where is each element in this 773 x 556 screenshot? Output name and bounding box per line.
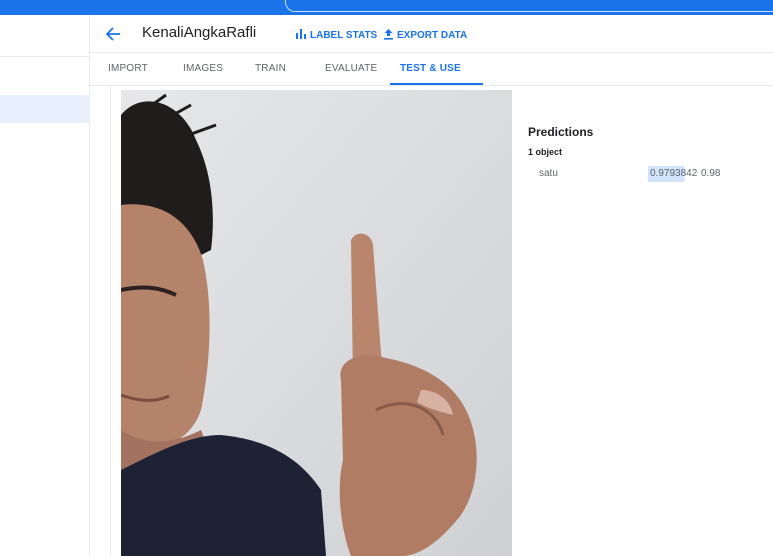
- dataset-header: KenaliAngkaRafli LABEL STATS EXPORT DATA: [90, 15, 773, 53]
- active-tab-indicator: [390, 83, 483, 85]
- predictions-title: Predictions: [528, 125, 594, 139]
- prediction-label: satu: [539, 168, 558, 179]
- export-data-label: EXPORT DATA: [397, 29, 468, 41]
- predictions-count: 1 object: [528, 147, 563, 157]
- prediction-score: 0.9793842: [650, 168, 698, 179]
- arrow-left-icon[interactable]: [104, 24, 124, 44]
- tab-import[interactable]: IMPORT: [108, 63, 148, 74]
- tab-train[interactable]: TRAIN: [255, 63, 286, 74]
- label-stats-label: LABEL STATS: [310, 29, 378, 41]
- upload-icon: [383, 28, 394, 43]
- nav-divider: [0, 56, 90, 57]
- content-divider: [110, 86, 111, 556]
- tab-bar: IMPORT IMAGES TRAIN EVALUATE TEST & USE: [90, 53, 773, 86]
- left-navigation: [0, 15, 90, 556]
- nav-active-item[interactable]: [0, 95, 90, 123]
- search-bar-edge[interactable]: [285, 0, 773, 12]
- prediction-score-rounded: 0.98: [701, 168, 721, 179]
- predictions-panel: Predictions 1 object satu 0.9793842 0.98: [528, 125, 773, 182]
- test-image-illustration: [121, 90, 512, 556]
- tab-images[interactable]: IMAGES: [183, 63, 223, 74]
- tab-test-and-use[interactable]: TEST & USE: [400, 63, 461, 74]
- dataset-title: KenaliAngkaRafli: [142, 24, 257, 41]
- label-stats-button[interactable]: LABEL STATS: [295, 28, 377, 42]
- test-image: [121, 90, 512, 556]
- bar-chart-icon: [295, 28, 307, 42]
- tab-evaluate[interactable]: EVALUATE: [325, 63, 377, 74]
- export-data-button[interactable]: EXPORT DATA: [383, 28, 467, 42]
- top-app-bar: [0, 0, 773, 15]
- prediction-row[interactable]: satu 0.9793842 0.98: [528, 166, 773, 182]
